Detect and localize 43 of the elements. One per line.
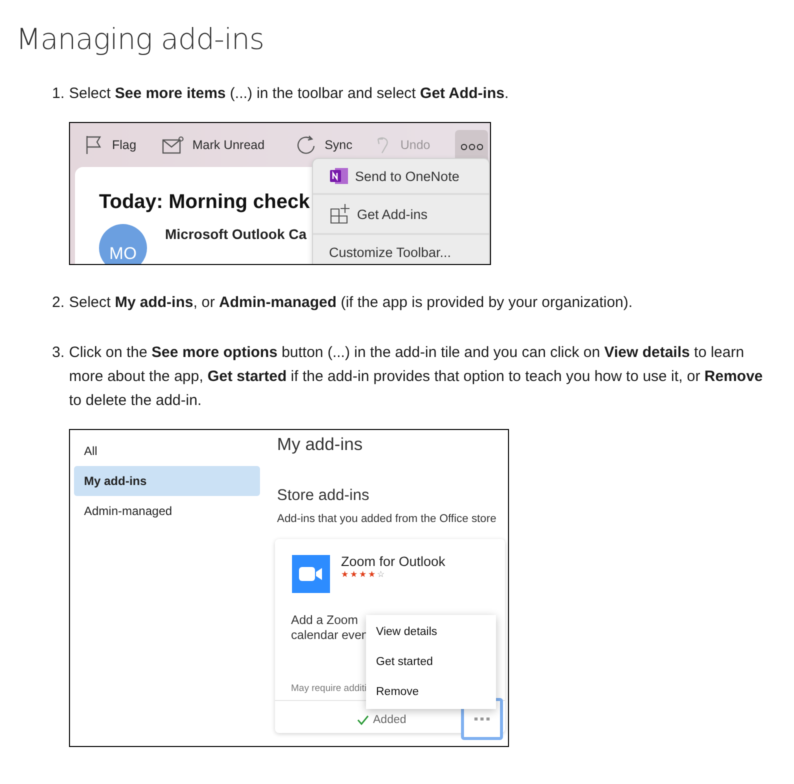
section-subtitle: Add-ins that you added from the Office store bbox=[277, 513, 498, 525]
star-icon: ★ bbox=[359, 570, 367, 579]
menu-item[interactable]: Remove bbox=[366, 677, 496, 707]
check-icon bbox=[357, 715, 369, 725]
sidebar-item[interactable]: My add-ins bbox=[74, 466, 260, 496]
add-in-name: Zoom for Outlook bbox=[341, 554, 446, 569]
menu-item[interactable]: Get started bbox=[366, 647, 496, 677]
page-heading: Managing add-ins bbox=[16, 22, 266, 56]
video-camera-icon bbox=[292, 555, 330, 593]
toolbar-button[interactable]: Mark Unread bbox=[162, 136, 265, 154]
message-title: Today: Morning check bbox=[99, 191, 310, 214]
sync-icon bbox=[294, 134, 317, 156]
star-icon: ★ bbox=[350, 570, 358, 579]
toolbar-button[interactable]: Flag bbox=[84, 135, 136, 155]
page-title: My add-ins bbox=[277, 434, 364, 455]
star-icon: ★ bbox=[368, 570, 376, 579]
step-number: 2. bbox=[52, 293, 66, 313]
description-text: Add a Zoom bbox=[291, 613, 358, 628]
sender-name: Microsoft Outlook Ca bbox=[165, 226, 307, 244]
star-icon: ☆ bbox=[377, 570, 385, 579]
step-number: 1. bbox=[52, 84, 66, 104]
sidebar-item[interactable]: All bbox=[74, 436, 260, 466]
step-number: 3. bbox=[52, 343, 66, 363]
note-text: May require additi bbox=[291, 683, 367, 694]
step-text: Select My add-ins, or Admin-managed (if the app is provided by your organization). bbox=[69, 293, 633, 313]
menu-item[interactable]: View details bbox=[366, 617, 496, 647]
status-text: Added bbox=[373, 714, 406, 726]
menu-item[interactable]: Customize Toolbar... bbox=[313, 233, 489, 264]
menu-item[interactable]: Get Add-ins bbox=[313, 193, 489, 233]
sidebar-item[interactable]: Admin-managed bbox=[74, 496, 260, 526]
step-text: Click on the See more options button (...) in the add-in tile and you can click on View details to learn more about the app, Get started if the add-in provides that option to teach you how to use it, or Remove to delete the add-in. bbox=[69, 343, 764, 411]
more-icon bbox=[460, 143, 482, 151]
envelope-icon bbox=[162, 136, 184, 154]
onenote-icon bbox=[329, 166, 349, 186]
star-icon: ★ bbox=[341, 570, 349, 579]
toolbar-button[interactable]: Sync bbox=[294, 134, 352, 156]
more-icon bbox=[474, 717, 490, 721]
step-text: Select See more items (...) in the toolbar and select Get Add-ins. bbox=[69, 84, 509, 104]
flag-icon bbox=[84, 135, 104, 155]
menu-item[interactable]: Send to OneNote bbox=[313, 159, 489, 193]
avatar: MO bbox=[99, 224, 147, 264]
section-title: Store add-ins bbox=[277, 487, 370, 505]
add-ins-icon bbox=[329, 203, 351, 225]
